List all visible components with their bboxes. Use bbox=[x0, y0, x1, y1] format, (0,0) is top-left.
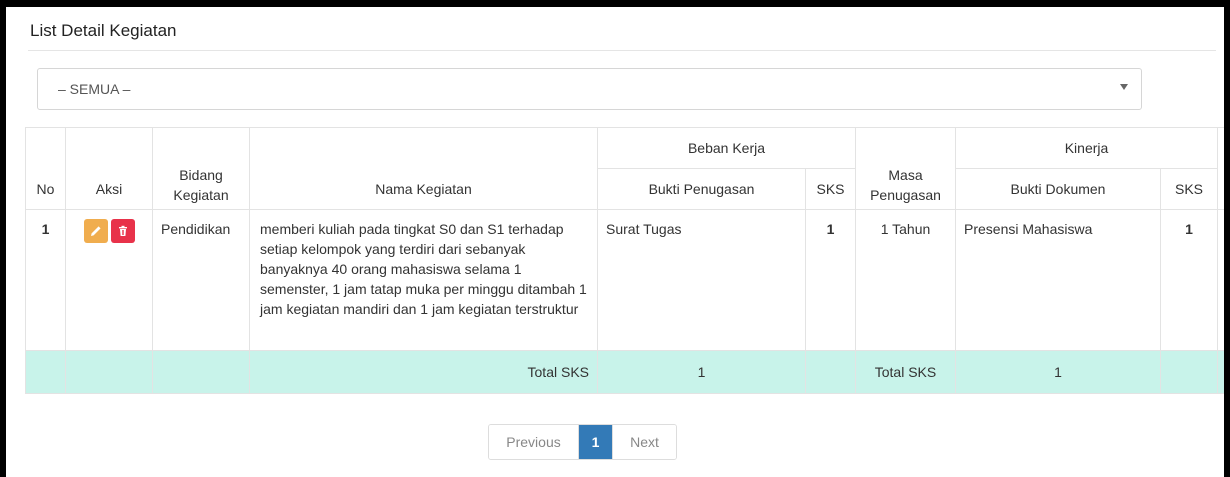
page-1-button[interactable]: 1 bbox=[579, 425, 612, 459]
header-bidang-line2: Kegiatan bbox=[173, 187, 229, 203]
total-empty-no bbox=[25, 350, 66, 394]
cell-bukti-dokumen: Presensi Mahasiswa bbox=[955, 209, 1161, 351]
table-row: 1 Pendidikan memberi kuliah pada tingkat… bbox=[25, 209, 1224, 351]
header-bidang-line1: Bidang bbox=[179, 167, 223, 183]
total-empty-sks2 bbox=[1160, 350, 1218, 394]
kegiatan-table: No Aksi Bidang Kegiatan Nama Kegiatan Be… bbox=[25, 127, 1224, 394]
total-empty-aksi bbox=[65, 350, 153, 394]
panel-title: List Detail Kegiatan bbox=[30, 21, 177, 40]
total-empty-overflow bbox=[1217, 350, 1224, 394]
previous-page-button[interactable]: Previous bbox=[489, 425, 579, 459]
total-empty-sks bbox=[805, 350, 856, 394]
header-no: No bbox=[25, 127, 66, 210]
header-bukti-penugasan: Bukti Penugasan bbox=[597, 168, 806, 210]
cell-overflow bbox=[1217, 209, 1224, 351]
header-aksi: Aksi bbox=[65, 127, 153, 210]
header-bidang: Bidang Kegiatan bbox=[152, 127, 250, 210]
header-sks-kinerja: SKS bbox=[1160, 168, 1218, 210]
trash-icon bbox=[118, 225, 127, 236]
header-bukti-dokumen: Bukti Dokumen bbox=[955, 168, 1161, 210]
header-nama: Nama Kegiatan bbox=[249, 127, 598, 210]
title-divider bbox=[28, 50, 1216, 51]
header-masa: Masa Penugasan bbox=[855, 127, 956, 210]
header-overflow bbox=[1217, 127, 1224, 210]
cell-bidang: Pendidikan bbox=[152, 209, 250, 351]
header-masa-line2: Penugasan bbox=[870, 187, 941, 203]
caret-down-icon bbox=[1120, 84, 1128, 90]
total-sks-kinerja-value: 1 bbox=[955, 350, 1161, 394]
bidang-filter-select[interactable]: – SEMUA – bbox=[37, 68, 1142, 110]
cell-sks-beban: 1 bbox=[805, 209, 856, 351]
cell-masa: 1 Tahun bbox=[855, 209, 956, 351]
cell-nama: memberi kuliah pada tingkat S0 dan S1 te… bbox=[249, 209, 598, 351]
cell-sks-kinerja: 1 bbox=[1160, 209, 1218, 351]
detail-panel: List Detail Kegiatan – SEMUA – No Aksi B… bbox=[6, 7, 1224, 477]
total-row: Total SKS 1 Total SKS 1 bbox=[25, 350, 1224, 394]
delete-button[interactable] bbox=[110, 219, 135, 243]
total-sks-value: 1 bbox=[597, 350, 806, 394]
select-value: – SEMUA – bbox=[58, 81, 131, 97]
pencil-icon bbox=[90, 226, 101, 236]
cell-no: 1 bbox=[25, 209, 66, 351]
total-sks-kinerja-label: Total SKS bbox=[855, 350, 956, 394]
next-page-button[interactable]: Next bbox=[612, 425, 676, 459]
total-sks-label: Total SKS bbox=[249, 350, 598, 394]
header-sks-beban: SKS bbox=[805, 168, 856, 210]
header-kinerja: Kinerja bbox=[955, 127, 1218, 169]
pagination: Previous 1 Next bbox=[488, 424, 677, 460]
cell-bukti-penugasan: Surat Tugas bbox=[597, 209, 806, 351]
header-beban-kerja: Beban Kerja bbox=[597, 127, 856, 169]
header-masa-line1: Masa bbox=[888, 167, 923, 183]
edit-button[interactable] bbox=[83, 219, 108, 243]
cell-aksi bbox=[65, 209, 153, 351]
total-empty-bidang bbox=[152, 350, 250, 394]
